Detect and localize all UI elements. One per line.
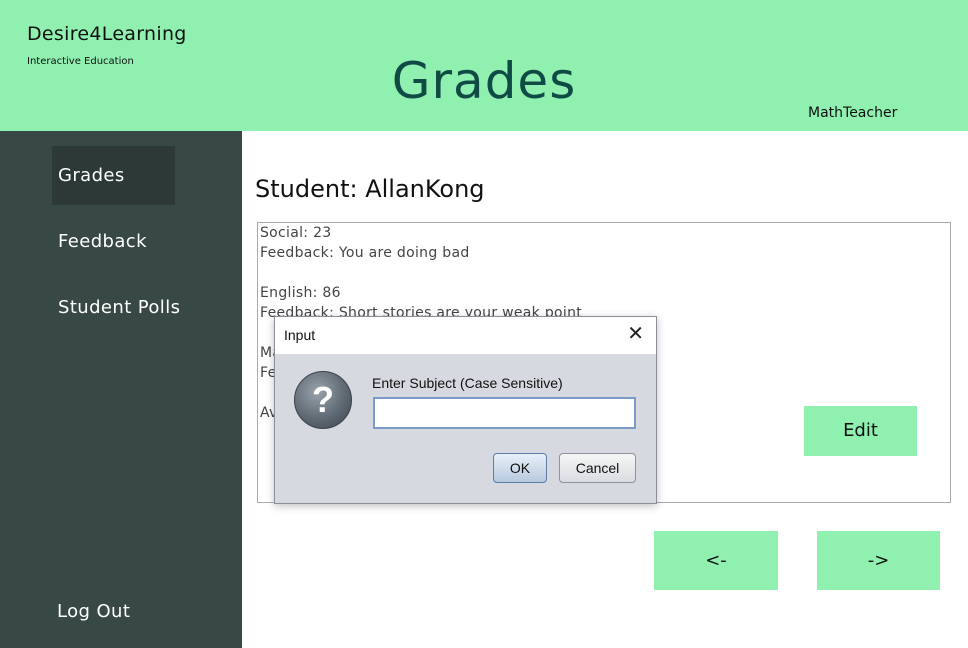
grade-line: Social: 23: [260, 225, 332, 241]
page-title: Grades: [391, 52, 577, 110]
ok-button[interactable]: OK: [493, 453, 547, 483]
current-user: MathTeacher: [808, 105, 898, 121]
dialog-titlebar[interactable]: Input ✕: [275, 317, 656, 354]
sidebar-item-feedback[interactable]: Feedback: [52, 212, 175, 271]
sidebar-item-grades[interactable]: Grades: [52, 146, 175, 205]
logout-button[interactable]: Log Out: [57, 601, 130, 622]
question-mark-glyph: ?: [312, 379, 334, 420]
grade-line: English: 86: [260, 285, 341, 301]
student-heading: Student: AllanKong: [255, 175, 485, 203]
dialog-message: Enter Subject (Case Sensitive): [372, 375, 563, 391]
subject-input[interactable]: [373, 397, 636, 429]
sidebar: Grades Feedback Student Polls Log Out: [0, 131, 242, 648]
grade-line: Feedback: You are doing bad: [260, 245, 470, 261]
cancel-button[interactable]: Cancel: [559, 453, 636, 483]
header: Desire4Learning Interactive Education Gr…: [0, 0, 968, 131]
dialog-title: Input: [284, 327, 316, 343]
input-dialog: Input ✕ ? Enter Subject (Case Sensitive)…: [274, 316, 657, 504]
next-student-button[interactable]: ->: [817, 531, 940, 590]
edit-button[interactable]: Edit: [804, 406, 917, 456]
brand-name: Desire4Learning: [27, 23, 187, 45]
sidebar-item-student-polls[interactable]: Student Polls: [52, 278, 212, 337]
question-icon: ?: [294, 371, 352, 429]
close-icon[interactable]: ✕: [627, 324, 644, 344]
previous-student-button[interactable]: <-: [654, 531, 778, 590]
